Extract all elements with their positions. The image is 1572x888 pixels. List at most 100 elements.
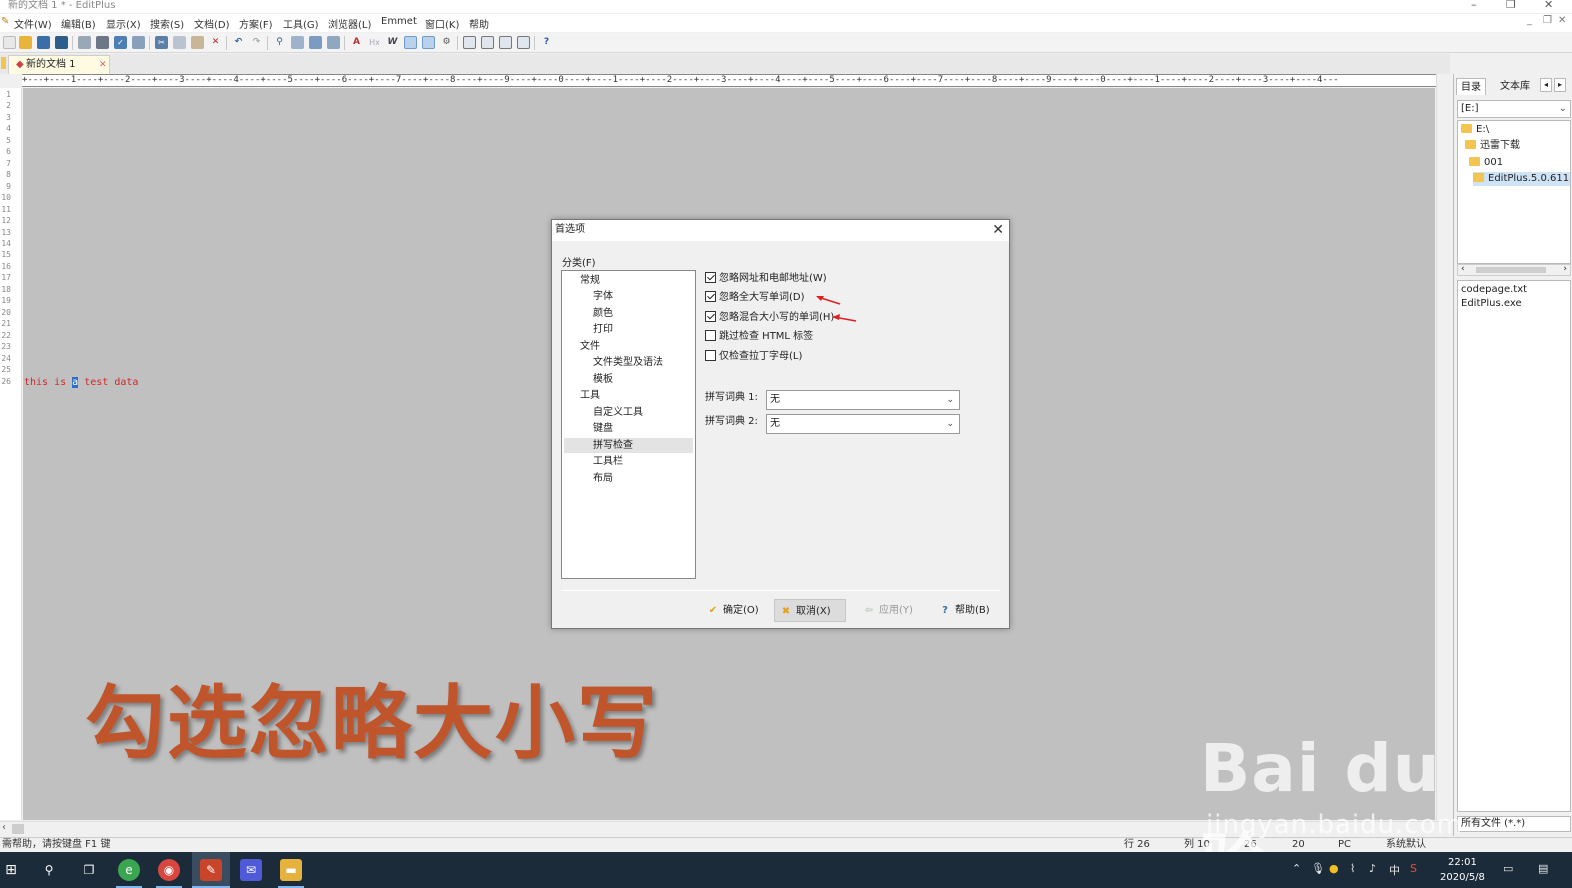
tab-close-icon[interactable]: ✕ — [99, 56, 107, 74]
checkbox-checked[interactable] — [705, 272, 716, 283]
browser-icon[interactable] — [132, 36, 145, 49]
browser-360-icon[interactable]: e — [118, 859, 140, 881]
find-in-files-icon[interactable] — [309, 36, 322, 49]
hex-icon[interactable]: Hx — [368, 36, 381, 49]
cancel-button[interactable]: ✖ 取消(X) — [774, 599, 846, 622]
help-button[interactable]: ? 帮助(B) — [934, 599, 996, 622]
checkbox-unchecked[interactable] — [705, 330, 716, 341]
mdi-close-button[interactable]: ✕ — [1558, 15, 1566, 26]
tab-directory[interactable]: 目录 — [1456, 78, 1486, 95]
tray-chevron-icon[interactable]: ⌃ — [1292, 862, 1301, 875]
category-tools[interactable]: 工具 — [564, 388, 693, 403]
print-icon[interactable] — [96, 36, 109, 49]
menu-project[interactable]: 方案(F) — [239, 16, 273, 31]
volume-icon[interactable]: ♪ — [1369, 862, 1376, 875]
chrome-icon[interactable]: ◉ — [158, 859, 180, 881]
category-print[interactable]: 打印 — [564, 322, 693, 337]
tree-node-selected[interactable]: EditPlus.5.0.611.6 — [1473, 172, 1570, 186]
ime-indicator[interactable]: 中 — [1389, 862, 1400, 878]
notification-icon[interactable]: ▤ — [1538, 862, 1548, 875]
editor-vertical-scrollbar[interactable] — [1436, 74, 1450, 820]
menu-browser[interactable]: 浏览器(L) — [328, 16, 371, 31]
close-window-button[interactable]: ✕ — [1544, 0, 1553, 11]
search-icon[interactable]: ⚲ — [38, 859, 60, 881]
find-icon[interactable]: ⚲ — [273, 36, 286, 49]
close-icon[interactable]: ✕ — [992, 220, 1004, 240]
delete-icon[interactable]: ✕ — [209, 36, 222, 49]
tree-node[interactable]: 迅雷下载 — [1465, 139, 1520, 153]
category-tree[interactable]: 常规 字体 颜色 打印 文件 文件类型及语法 模板 工具 自定义工具 键盘 拼写… — [561, 270, 696, 579]
ignore-mixed-case-checkbox[interactable]: 忽略混合大小写的单词(H) — [705, 311, 834, 324]
save-icon[interactable] — [37, 36, 50, 49]
category-file-types[interactable]: 文件类型及语法 — [564, 355, 693, 370]
mdi-minimize-button[interactable]: _ — [1527, 15, 1532, 26]
replace-icon[interactable] — [291, 36, 304, 49]
file-item[interactable]: codepage.txt — [1461, 283, 1527, 296]
tray-app-icon[interactable]: ● — [1329, 862, 1339, 875]
category-user-tools[interactable]: 自定义工具 — [564, 405, 693, 420]
file-explorer-icon[interactable]: ▬ — [280, 859, 302, 881]
scroll-thumb[interactable] — [1476, 267, 1546, 273]
folder-tree[interactable]: E:\ 迅雷下载 001 EditPlus.5.0.611.6 — [1457, 120, 1571, 264]
app-icon[interactable]: ✉ — [240, 859, 262, 881]
category-font[interactable]: 字体 — [564, 289, 693, 304]
ok-button[interactable]: ✔ 确定(O) — [702, 599, 764, 622]
scroll-left-icon[interactable]: ‹ — [2, 822, 6, 833]
ignore-urls-checkbox[interactable]: 忽略网址和电邮地址(W) — [705, 272, 827, 285]
menu-document[interactable]: 文档(D) — [194, 16, 230, 31]
dictionary-2-select[interactable]: 无 ⌄ — [766, 414, 960, 434]
category-spell-check[interactable]: 拼写检查 — [564, 438, 693, 453]
network-icon[interactable]: ⌇ — [1350, 862, 1355, 875]
category-layout[interactable]: 布局 — [564, 471, 693, 486]
print-preview-icon[interactable] — [78, 36, 91, 49]
scroll-left-icon[interactable]: ‹ — [1461, 264, 1465, 274]
drive-select[interactable]: [E:] ⌄ — [1457, 100, 1571, 118]
checkbox-checked[interactable] — [705, 291, 716, 302]
mdi-restore-button[interactable]: ❐ — [1543, 15, 1552, 26]
tree-node[interactable]: 001 — [1469, 156, 1503, 170]
cut-icon[interactable]: ✂ — [155, 36, 168, 49]
layout-2-icon[interactable] — [481, 36, 494, 49]
panel-next-icon[interactable]: ▸ — [1554, 78, 1566, 92]
settings-icon[interactable]: ⚙ — [440, 36, 453, 49]
scroll-right-icon[interactable]: › — [1563, 264, 1567, 274]
restore-button[interactable]: ❐ — [1506, 0, 1516, 11]
apply-button[interactable]: ⇦ 应用(Y) — [858, 599, 920, 622]
category-color[interactable]: 颜色 — [564, 306, 693, 321]
minimize-button[interactable]: – — [1471, 0, 1477, 11]
open-folder-icon[interactable] — [19, 36, 32, 49]
spellcheck-icon[interactable]: ✓ — [114, 36, 127, 49]
undo-icon[interactable]: ↶ — [232, 36, 245, 49]
menu-search[interactable]: 搜索(S) — [150, 16, 184, 31]
tab-new-document[interactable]: ◆ 新的文档 1 ✕ — [8, 55, 110, 74]
microphone-icon[interactable]: 🎙 — [1311, 862, 1325, 875]
clock[interactable]: 22:01 2020/5/8 — [1440, 855, 1485, 885]
menu-edit[interactable]: 编辑(B) — [61, 16, 96, 31]
category-template[interactable]: 模板 — [564, 372, 693, 387]
help-icon[interactable]: ? — [540, 36, 553, 49]
save-all-icon[interactable] — [55, 36, 68, 49]
word-wrap-icon[interactable]: W — [386, 36, 399, 49]
menu-window[interactable]: 窗口(K) — [425, 16, 459, 31]
checkbox-checked[interactable] — [705, 311, 716, 322]
font-icon[interactable]: A — [350, 36, 363, 49]
checkbox-unchecked[interactable] — [705, 350, 716, 361]
windows-start-icon[interactable]: ⊞ — [0, 859, 22, 881]
category-keyboard[interactable]: 键盘 — [564, 421, 693, 436]
ruler-icon[interactable] — [422, 36, 435, 49]
category-file[interactable]: 文件 — [564, 339, 693, 354]
line-number-icon[interactable] — [404, 36, 417, 49]
redo-icon[interactable]: ↷ — [250, 36, 263, 49]
file-item[interactable]: EditPlus.exe — [1461, 297, 1522, 310]
dictionary-1-select[interactable]: 无 ⌄ — [766, 390, 960, 410]
editplus-icon[interactable]: ✎ — [200, 859, 222, 881]
category-toolbar[interactable]: 工具栏 — [564, 454, 693, 469]
menu-help[interactable]: 帮助 — [469, 16, 489, 31]
menu-emmet[interactable]: Emmet — [381, 16, 417, 27]
task-view-icon[interactable]: ❐ — [78, 859, 100, 881]
category-general[interactable]: 常规 — [564, 273, 693, 288]
latin-only-checkbox[interactable]: 仅检查拉丁字母(L) — [705, 350, 802, 363]
skip-html-tags-checkbox[interactable]: 跳过检查 HTML 标签 — [705, 330, 813, 343]
paste-icon[interactable] — [191, 36, 204, 49]
panel-prev-icon[interactable]: ◂ — [1540, 78, 1552, 92]
